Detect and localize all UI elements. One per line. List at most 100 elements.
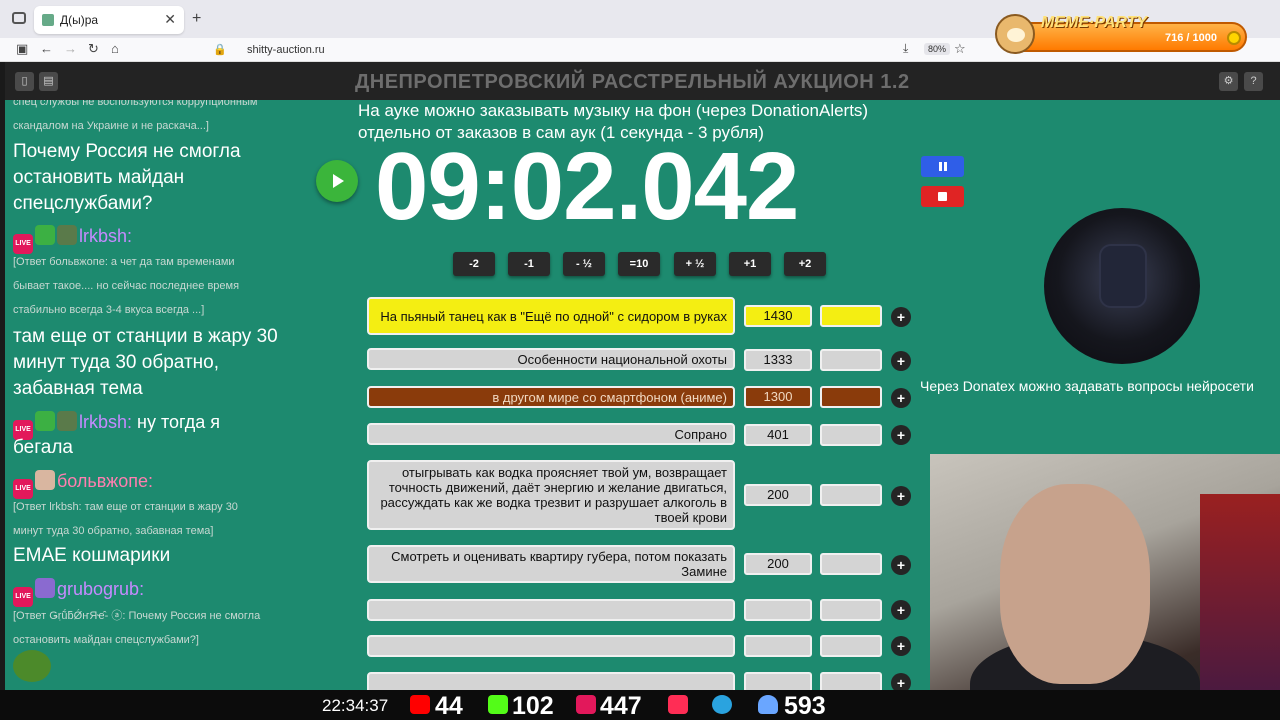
new-tab-icon[interactable]: + — [192, 10, 201, 28]
lot-add-amount[interactable] — [820, 386, 882, 408]
lot-name[interactable] — [367, 599, 735, 621]
meme-party-widget: MEME·PARTY 716 / 1000 — [995, 14, 1250, 54]
lot-add-amount[interactable] — [820, 553, 882, 575]
bookmark-star-icon[interactable]: ☆ — [954, 41, 966, 57]
chat-message-inline: ну тогда я — [137, 412, 221, 432]
time-minus-1-button[interactable]: -1 — [508, 252, 550, 276]
time-plus-half-button[interactable]: + ½ — [674, 252, 716, 276]
lot-name[interactable]: На пьяный танец как в "Ещё по одной" с с… — [367, 297, 735, 335]
lot-name[interactable] — [367, 635, 735, 657]
lot-add-amount[interactable] — [820, 635, 882, 657]
lot-name[interactable]: Смотреть и оценивать квартиру губера, по… — [367, 545, 735, 583]
play-button[interactable] — [316, 160, 358, 202]
user-avatar-icon — [57, 225, 77, 245]
kick-icon — [488, 695, 508, 714]
total-viewers: 593 — [784, 692, 826, 720]
back-icon[interactable]: ← — [40, 41, 53, 56]
zoom-level[interactable]: 80% — [924, 43, 951, 55]
tab-title: Д(ы)ра — [60, 13, 99, 27]
time-plus-1-button[interactable]: +1 — [729, 252, 771, 276]
lot-amount[interactable]: 401 — [744, 424, 812, 446]
lot-add-amount[interactable] — [820, 305, 882, 327]
home-icon[interactable]: ⌂ — [111, 41, 119, 56]
close-tab-icon[interactable]: ✕ — [164, 11, 176, 28]
time-minus-half-button[interactable]: - ½ — [563, 252, 605, 276]
chat-username[interactable]: lrkbsh: — [79, 226, 132, 246]
chat-reply: бывает такое.... но сейчас последнее вре… — [13, 280, 240, 292]
browser-tab[interactable]: Д(ы)ра ✕ — [34, 6, 184, 34]
add-amount-button[interactable]: + — [891, 425, 911, 445]
time-plus-2-button[interactable]: +2 — [784, 252, 826, 276]
lot-amount[interactable]: 1430 — [744, 305, 812, 327]
lot-amount[interactable]: 1300 — [744, 386, 812, 408]
chat-username[interactable]: grubogrub: — [57, 579, 144, 599]
lot-amount[interactable]: 200 — [744, 553, 812, 575]
add-amount-button[interactable]: + — [891, 388, 911, 408]
lot-name[interactable]: Сопрано — [367, 423, 735, 445]
chat-reply: скандалом на Украине и не раскача...] — [13, 120, 209, 132]
auction-timer: 09:02.042 — [375, 133, 799, 240]
time-minus-2-button[interactable]: -2 — [453, 252, 495, 276]
chat-username[interactable]: больвжопе: — [57, 471, 153, 491]
kick-viewers: 102 — [512, 692, 554, 720]
lot-add-amount[interactable] — [820, 484, 882, 506]
url-field[interactable]: 🔒 shitty-auction.ru — [205, 41, 825, 59]
lot-add-amount[interactable] — [820, 424, 882, 446]
lot-amount[interactable] — [744, 599, 812, 621]
chat-message: спецслужбами? — [13, 193, 153, 214]
chat-overlay: спец службы не воспользуются коррупционн… — [10, 100, 315, 700]
time-set-10-button[interactable]: =10 — [618, 252, 660, 276]
auction-page: ▯ ▤ ДНЕПРОПЕТРОВСКИЙ РАССТРЕЛЬНЫЙ АУКЦИО… — [5, 62, 1280, 720]
lot-name[interactable]: в другом мире со смартфоном (аниме) — [367, 386, 735, 408]
meme-party-score: 716 / 1000 — [1165, 32, 1217, 44]
chat-message: там еще от станции в жару 30 — [13, 326, 278, 347]
forward-icon[interactable]: → — [64, 41, 77, 56]
chat-message: забавная тема — [13, 378, 143, 399]
chat-message: минут туда 30 обратно, — [13, 352, 219, 373]
telegram-icon — [712, 695, 732, 714]
chat-username[interactable]: lrkbsh: — [79, 412, 132, 432]
lot-name[interactable]: Особенности национальной охоты — [367, 348, 735, 370]
chat-message: остановить майдан — [13, 167, 185, 188]
sidebar-toggle-icon[interactable] — [12, 12, 26, 24]
chat-message: Почему Россия не смогла — [13, 141, 241, 162]
lot-amount[interactable]: 1333 — [744, 349, 812, 371]
stop-button[interactable] — [921, 186, 964, 207]
info-line: На ауке можно заказывать музыку на фон (… — [358, 101, 869, 120]
coin-icon — [1227, 31, 1241, 45]
page-header: ▯ ▤ ДНЕПРОПЕТРОВСКИЙ РАССТРЕЛЬНЫЙ АУКЦИО… — [5, 62, 1280, 100]
add-amount-button[interactable]: + — [891, 600, 911, 620]
add-amount-button[interactable]: + — [891, 486, 911, 506]
tab-manager-icon[interactable]: ▣ — [16, 41, 28, 57]
pause-button[interactable] — [921, 156, 964, 177]
lock-icon[interactable]: 🔒 — [213, 43, 227, 56]
vk-viewers: 447 — [600, 692, 642, 720]
meme-party-title: MEME·PARTY — [1041, 14, 1148, 31]
settings-gear-icon[interactable]: ⚙ — [1219, 72, 1238, 91]
add-amount-button[interactable]: + — [891, 307, 911, 327]
help-icon[interactable]: ? — [1244, 72, 1263, 91]
viewers-person-icon — [758, 695, 778, 714]
chat-reply: [Ответ lrkbsh: там еще от станции в жару… — [13, 501, 238, 513]
stream-stats-bar: 22:34:37 44 102 447 593 — [0, 690, 1280, 720]
lot-amount[interactable] — [744, 635, 812, 657]
stream-clock: 22:34:37 — [322, 696, 389, 715]
add-amount-button[interactable]: + — [891, 351, 911, 371]
chat-message: бегала — [13, 437, 73, 458]
user-avatar-icon — [35, 470, 55, 490]
reload-icon[interactable]: ↻ — [88, 41, 99, 57]
save-icon[interactable]: ▤ — [39, 72, 58, 91]
lot-add-amount[interactable] — [820, 599, 882, 621]
lot-amount[interactable]: 200 — [744, 484, 812, 506]
chat-reply: [Ответ больвжопе: а чет да там временами — [13, 256, 235, 268]
user-avatar-icon — [57, 411, 77, 431]
lot-add-amount[interactable] — [820, 349, 882, 371]
webcam-feed — [930, 454, 1280, 720]
neural-avatar — [1044, 208, 1200, 364]
download-icon[interactable]: ⤓ — [903, 41, 908, 56]
add-amount-button[interactable]: + — [891, 555, 911, 575]
favicon-icon — [42, 14, 54, 26]
sidebar-icon[interactable]: ▯ — [15, 72, 34, 91]
lot-name[interactable]: отыгрывать как водка проясняет твой ум, … — [367, 460, 735, 530]
add-amount-button[interactable]: + — [891, 636, 911, 656]
